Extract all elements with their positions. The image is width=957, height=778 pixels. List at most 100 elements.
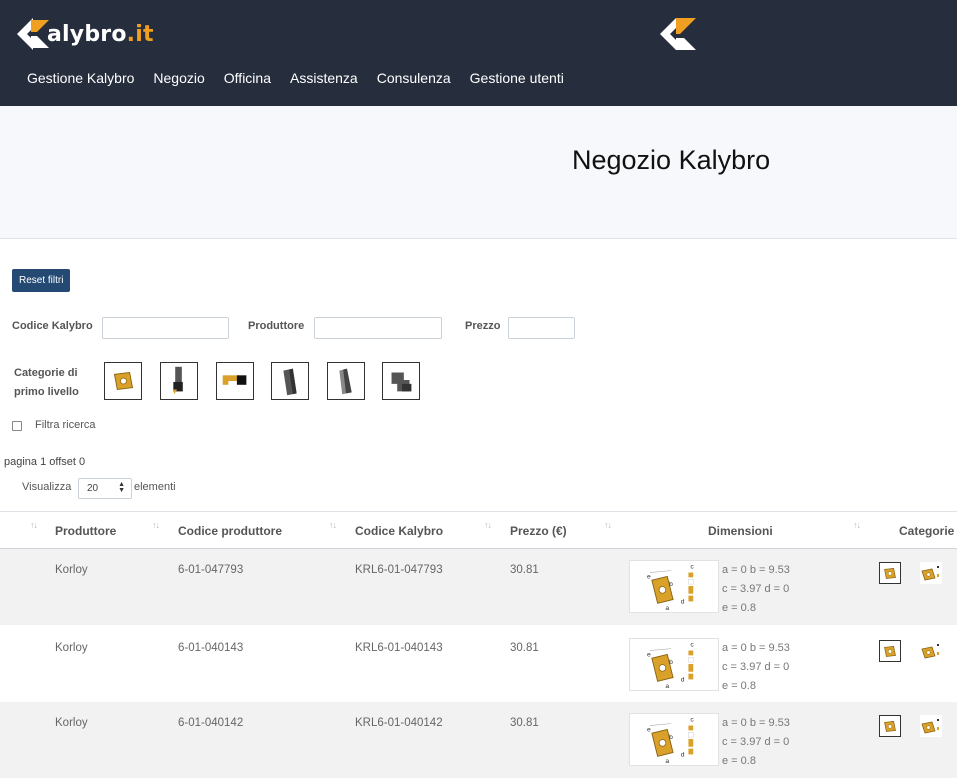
nav-negozio[interactable]: Negozio (143, 70, 213, 86)
cell-produttore: Korloy (55, 642, 88, 654)
dim-letter-d: d (681, 676, 685, 683)
category-milling-block-button[interactable] (382, 362, 420, 400)
dimension-diagram: e b a c d (629, 638, 719, 691)
nav-officina[interactable]: Officina (214, 70, 280, 86)
cell-codice-produttore: 6-01-040142 (178, 717, 244, 729)
reset-filters-button[interactable]: Reset filtri (12, 269, 71, 292)
dimension-diagram: e b a c d (629, 560, 719, 613)
category-drill-button[interactable] (327, 362, 365, 400)
hero-banner: Negozio Kalybro (0, 106, 957, 239)
dimension-line: c = 3.97 d = 0 (722, 661, 790, 673)
nav-consulenza[interactable]: Consulenza (367, 70, 460, 86)
category-endmill-button[interactable] (271, 362, 309, 400)
dim-letter-c: c (690, 717, 694, 724)
insert-icon (884, 646, 896, 657)
cell-prezzo: 30.81 (510, 564, 539, 576)
filtra-ricerca-checkbox[interactable] (12, 421, 22, 431)
milling-block-icon (391, 372, 412, 392)
cell-produttore: Korloy (55, 717, 88, 729)
row-category-insert-icon[interactable] (879, 715, 901, 737)
nav-assistenza[interactable]: Assistenza (280, 70, 367, 86)
th-dimensioni[interactable]: Dimensioni (708, 524, 773, 538)
row-category-insert-icon[interactable] (879, 562, 901, 584)
th-categorie[interactable]: Categorie (899, 524, 954, 538)
dimension-line: a = 0 b = 9.53 (722, 642, 790, 654)
dimension-line: c = 3.97 d = 0 (722, 583, 790, 595)
dimension-line: a = 0 b = 9.53 (722, 717, 790, 729)
categories-label-line1: Categorie di (14, 367, 78, 379)
category-insert-button[interactable] (104, 362, 142, 400)
cell-prezzo: 30.81 (510, 642, 539, 654)
dim-letter-d: d (681, 751, 685, 758)
categories-label: Categorie di primo livello (14, 364, 94, 402)
sort-icon[interactable]: ↑↓ (329, 520, 337, 530)
pagination-info: pagina 1 offset 0 (4, 456, 86, 468)
insert-detail-icon (921, 644, 939, 659)
sort-icon[interactable]: ↑↓ (152, 520, 160, 530)
page-size-select[interactable]: 20 ▲ ▼ (78, 478, 132, 499)
insert-icon (113, 371, 134, 391)
dimension-diagram: e b a c d (629, 713, 719, 766)
dim-letter-b: b (669, 581, 673, 588)
dimension-values: a = 0 b = 9.53 c = 3.97 d = 0 e = 0.8 (722, 561, 790, 618)
produttore-input[interactable] (314, 317, 442, 339)
dim-letter-a: a (665, 758, 669, 765)
nav-gestione-kalybro[interactable]: Gestione Kalybro (17, 70, 143, 86)
category-tool-holder-button[interactable] (160, 362, 198, 400)
row-category-insert-icon[interactable] (879, 640, 901, 662)
row-category-insert-detail-icon[interactable] (920, 562, 942, 584)
dimension-line: e = 0.8 (722, 680, 756, 692)
kalybro-center-logo-icon (660, 18, 696, 50)
sort-icon[interactable]: ↑↓ (484, 520, 492, 530)
tool-holder-icon (173, 366, 183, 395)
boring-bar-icon (222, 375, 247, 385)
table-header: ↑↓ Produttore ↑↓ Codice produttore ↑↓ Co… (0, 511, 957, 549)
drill-icon (339, 368, 352, 395)
dim-letter-c: c (690, 564, 694, 571)
cell-prezzo: 30.81 (510, 717, 539, 729)
th-produttore[interactable]: Produttore (55, 524, 116, 538)
codice-kalybro-label: Codice Kalybro (12, 320, 93, 332)
dim-letter-e: e (647, 573, 651, 580)
insert-dimension-diagram-icon: e b a c d (647, 564, 694, 612)
row-category-insert-detail-icon[interactable] (920, 640, 942, 662)
prezzo-input[interactable] (508, 317, 575, 339)
dim-letter-c: c (690, 642, 694, 649)
dimension-line: e = 0.8 (722, 602, 756, 614)
category-boring-bar-button[interactable] (216, 362, 254, 400)
insert-dimension-diagram-icon: e b a c d (647, 717, 694, 765)
dimension-values: a = 0 b = 9.53 c = 3.97 d = 0 e = 0.8 (722, 639, 790, 696)
sort-icon[interactable]: ↑↓ (30, 520, 38, 530)
th-prezzo[interactable]: Prezzo (€) (510, 524, 567, 538)
brand-logo[interactable]: alybro.it (15, 14, 154, 54)
dimension-line: a = 0 b = 9.53 (722, 564, 790, 576)
th-codice-kalybro[interactable]: Codice Kalybro (355, 524, 443, 538)
codice-kalybro-input[interactable] (102, 317, 229, 339)
page-size-value: 20 (87, 483, 99, 494)
select-arrows-icon: ▲ ▼ (118, 481, 125, 494)
row-category-insert-detail-icon[interactable] (920, 715, 942, 737)
page-size-label: Visualizza (22, 481, 72, 493)
cell-codice-produttore: 6-01-040143 (178, 642, 244, 654)
th-codice-produttore[interactable]: Codice produttore (178, 524, 282, 538)
cell-codice-kalybro: KRL6-01-040142 (355, 717, 443, 729)
dim-letter-e: e (647, 726, 651, 733)
produttore-label: Produttore (248, 320, 305, 332)
cell-codice-kalybro: KRL6-01-047793 (355, 564, 443, 576)
categories-label-line2: primo livello (14, 386, 79, 398)
dim-letter-e: e (647, 651, 651, 658)
sort-icon[interactable]: ↑↓ (853, 520, 861, 530)
nav-gestione-utenti[interactable]: Gestione utenti (460, 70, 573, 86)
page-title: Negozio Kalybro (572, 145, 771, 175)
table-row[interactable]: Korloy 6-01-040143 KRL6-01-040143 30.81 … (0, 627, 957, 703)
sort-icon[interactable]: ↑↓ (604, 520, 612, 530)
kalybro-logo-icon (17, 18, 49, 50)
main-nav: Gestione Kalybro Negozio Officina Assist… (17, 70, 573, 86)
dimension-values: a = 0 b = 9.53 c = 3.97 d = 0 e = 0.8 (722, 714, 790, 771)
insert-detail-icon (921, 719, 939, 734)
filtra-ricerca-label: Filtra ricerca (35, 419, 96, 431)
table-row[interactable]: Korloy 6-01-040142 KRL6-01-040142 30.81 … (0, 702, 957, 778)
page-size-suffix: elementi (134, 481, 176, 493)
insert-icon (884, 721, 896, 732)
table-row[interactable]: Korloy 6-01-047793 KRL6-01-047793 30.81 … (0, 549, 957, 625)
